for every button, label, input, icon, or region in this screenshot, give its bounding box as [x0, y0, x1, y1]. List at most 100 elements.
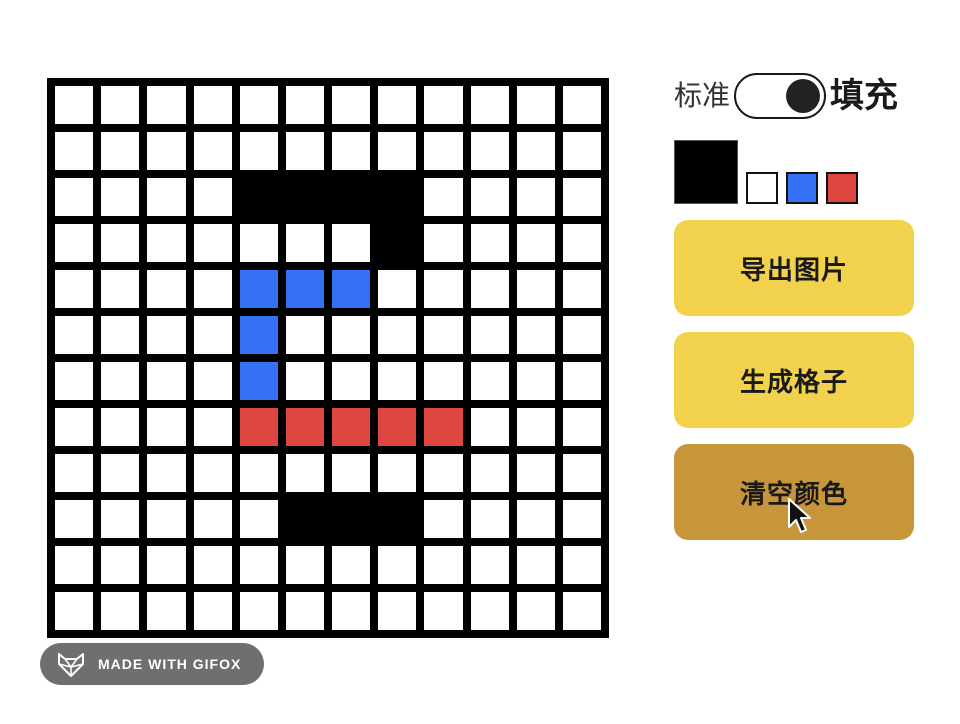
grid-cell[interactable]	[516, 178, 555, 216]
grid-cell[interactable]	[378, 408, 417, 446]
grid-cell[interactable]	[285, 454, 324, 492]
grid-cell[interactable]	[562, 454, 601, 492]
grid-cell[interactable]	[332, 224, 371, 262]
grid-cell[interactable]	[516, 408, 555, 446]
grid-cell[interactable]	[332, 362, 371, 400]
grid-cell[interactable]	[147, 86, 186, 124]
grid-cell[interactable]	[239, 546, 278, 584]
grid-cell[interactable]	[193, 408, 232, 446]
grid-cell[interactable]	[378, 132, 417, 170]
grid-cell[interactable]	[424, 454, 463, 492]
grid-cell[interactable]	[239, 86, 278, 124]
grid-cell[interactable]	[55, 454, 94, 492]
grid-cell[interactable]	[378, 362, 417, 400]
grid-cell[interactable]	[332, 316, 371, 354]
grid-cell[interactable]	[101, 546, 140, 584]
grid-cell[interactable]	[470, 224, 509, 262]
grid-cell[interactable]	[239, 408, 278, 446]
grid-cell[interactable]	[101, 454, 140, 492]
grid-cell[interactable]	[470, 86, 509, 124]
grid-cell[interactable]	[332, 546, 371, 584]
grid-cell[interactable]	[193, 454, 232, 492]
grid-cell[interactable]	[470, 500, 509, 538]
grid-cell[interactable]	[101, 178, 140, 216]
grid-cell[interactable]	[424, 224, 463, 262]
grid-cell[interactable]	[424, 86, 463, 124]
grid-cell[interactable]	[470, 270, 509, 308]
grid-cell[interactable]	[55, 132, 94, 170]
grid-cell[interactable]	[424, 178, 463, 216]
grid-cell[interactable]	[285, 592, 324, 630]
grid-cell[interactable]	[147, 408, 186, 446]
grid-cell[interactable]	[147, 178, 186, 216]
grid-cell[interactable]	[55, 546, 94, 584]
grid-cell[interactable]	[55, 362, 94, 400]
grid-cell[interactable]	[332, 592, 371, 630]
grid-cell[interactable]	[378, 316, 417, 354]
grid-cell[interactable]	[562, 592, 601, 630]
grid-cell[interactable]	[239, 178, 278, 216]
grid-cell[interactable]	[378, 86, 417, 124]
grid-cell[interactable]	[562, 178, 601, 216]
grid-cell[interactable]	[239, 270, 278, 308]
grid-cell[interactable]	[147, 316, 186, 354]
grid-cell[interactable]	[378, 178, 417, 216]
grid-cell[interactable]	[147, 224, 186, 262]
grid-cell[interactable]	[470, 546, 509, 584]
grid-cell[interactable]	[470, 408, 509, 446]
grid-cell[interactable]	[285, 316, 324, 354]
grid-cell[interactable]	[147, 362, 186, 400]
grid-cell[interactable]	[378, 546, 417, 584]
grid-cell[interactable]	[516, 316, 555, 354]
export-image-button[interactable]: 导出图片	[674, 220, 914, 316]
grid-cell[interactable]	[470, 454, 509, 492]
grid-cell[interactable]	[516, 362, 555, 400]
grid-cell[interactable]	[285, 546, 324, 584]
grid-cell[interactable]	[147, 500, 186, 538]
grid-cell[interactable]	[239, 454, 278, 492]
grid-cell[interactable]	[424, 408, 463, 446]
grid-cell[interactable]	[378, 592, 417, 630]
grid-cell[interactable]	[101, 500, 140, 538]
grid-cell[interactable]	[147, 132, 186, 170]
grid-cell[interactable]	[562, 500, 601, 538]
grid-cell[interactable]	[239, 500, 278, 538]
grid-cell[interactable]	[285, 362, 324, 400]
grid-cell[interactable]	[470, 178, 509, 216]
grid-cell[interactable]	[332, 408, 371, 446]
grid-cell[interactable]	[239, 316, 278, 354]
grid-cell[interactable]	[424, 592, 463, 630]
grid-cell[interactable]	[332, 270, 371, 308]
mode-toggle[interactable]	[734, 73, 827, 119]
grid-cell[interactable]	[55, 178, 94, 216]
grid-cell[interactable]	[332, 500, 371, 538]
grid-cell[interactable]	[193, 224, 232, 262]
grid-cell[interactable]	[193, 546, 232, 584]
grid-cell[interactable]	[424, 132, 463, 170]
grid-cell[interactable]	[55, 500, 94, 538]
swatch-white[interactable]	[746, 172, 778, 204]
grid-cell[interactable]	[101, 316, 140, 354]
grid-cell[interactable]	[285, 224, 324, 262]
grid-cell[interactable]	[55, 86, 94, 124]
grid-cell[interactable]	[55, 408, 94, 446]
grid-cell[interactable]	[147, 546, 186, 584]
grid-cell[interactable]	[101, 408, 140, 446]
grid-cell[interactable]	[470, 132, 509, 170]
grid-cell[interactable]	[193, 86, 232, 124]
grid-cell[interactable]	[285, 132, 324, 170]
grid-cell[interactable]	[562, 316, 601, 354]
grid-cell[interactable]	[147, 454, 186, 492]
grid-cell[interactable]	[424, 546, 463, 584]
grid-cell[interactable]	[285, 270, 324, 308]
grid-cell[interactable]	[562, 224, 601, 262]
grid-cell[interactable]	[193, 592, 232, 630]
grid-cell[interactable]	[285, 408, 324, 446]
grid-cell[interactable]	[332, 86, 371, 124]
grid-cell[interactable]	[239, 362, 278, 400]
grid-cell[interactable]	[193, 316, 232, 354]
grid-cell[interactable]	[516, 546, 555, 584]
grid-cell[interactable]	[424, 316, 463, 354]
grid-cell[interactable]	[378, 500, 417, 538]
grid-cell[interactable]	[193, 500, 232, 538]
